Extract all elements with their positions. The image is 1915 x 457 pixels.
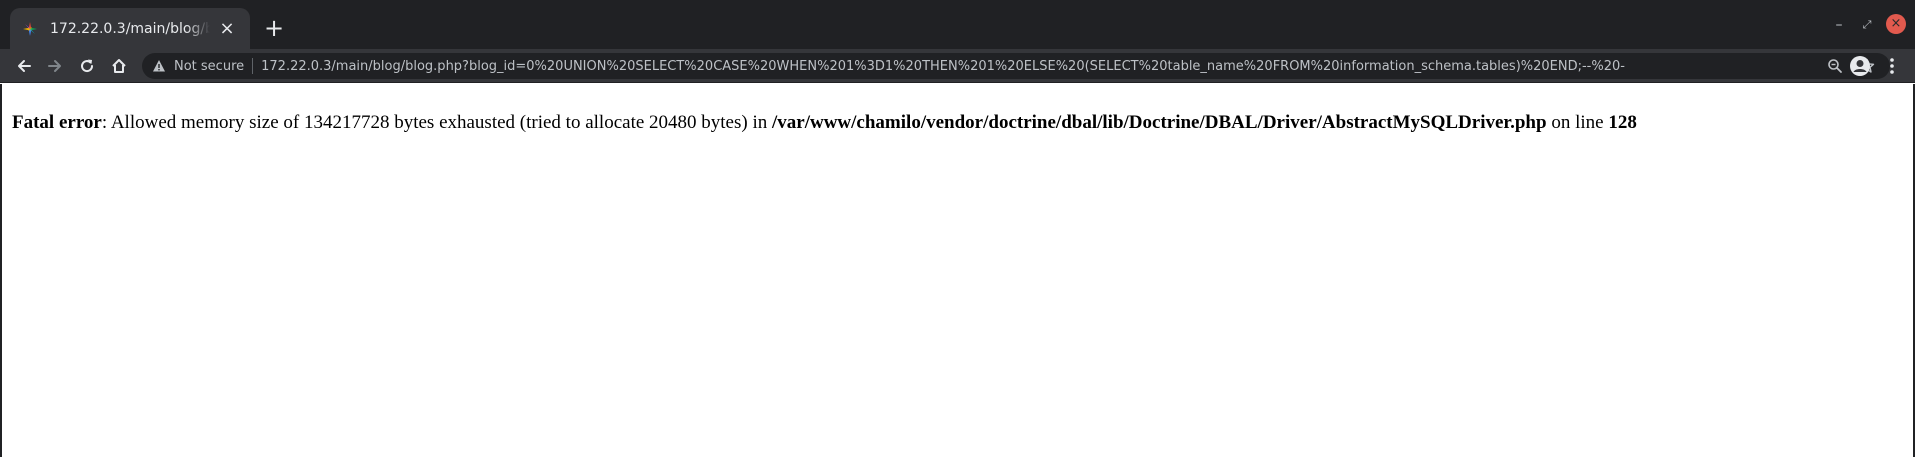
profile-button[interactable] bbox=[1846, 52, 1874, 80]
zoom-icon bbox=[1828, 59, 1842, 73]
security-indicator[interactable]: Not secure bbox=[174, 59, 244, 74]
back-button[interactable] bbox=[10, 52, 38, 80]
error-message: : Allowed memory size of 134217728 bytes… bbox=[101, 112, 772, 133]
browser-tab[interactable]: 172.22.0.3/main/blog/blog.php × bbox=[10, 8, 250, 49]
home-icon bbox=[112, 59, 126, 73]
error-line-number: 128 bbox=[1608, 112, 1637, 133]
chamilo-favicon-icon bbox=[23, 21, 37, 36]
tab-close-icon[interactable]: × bbox=[216, 18, 238, 40]
error-label: Fatal error bbox=[12, 112, 102, 133]
window-close-button[interactable]: × bbox=[1886, 14, 1906, 34]
window-minimize-button[interactable]: – bbox=[1828, 14, 1850, 36]
php-fatal-error-message: Fatal error: Allowed memory size of 1342… bbox=[12, 112, 1902, 134]
browser-toolbar: Not secure 172.22.0.3/main/blog/blog.php… bbox=[0, 49, 1915, 83]
reload-button[interactable] bbox=[73, 52, 101, 80]
forward-arrow-icon bbox=[48, 60, 61, 72]
back-arrow-icon bbox=[18, 60, 31, 72]
error-line-label: on line bbox=[1546, 112, 1609, 133]
zoom-button[interactable] bbox=[1826, 57, 1844, 75]
profile-icon bbox=[1850, 56, 1870, 76]
new-tab-button[interactable]: + bbox=[260, 14, 288, 42]
page-content: Fatal error: Allowed memory size of 1342… bbox=[0, 84, 1915, 457]
warning-icon bbox=[153, 60, 165, 72]
address-bar[interactable]: Not secure 172.22.0.3/main/blog/blog.php… bbox=[142, 53, 1890, 79]
browser-tab-strip: 172.22.0.3/main/blog/blog.php × + – ⤢ × bbox=[0, 0, 1915, 49]
address-divider bbox=[252, 58, 254, 74]
home-button[interactable] bbox=[105, 52, 133, 80]
error-file-path: /var/www/chamilo/vendor/doctrine/dbal/li… bbox=[772, 112, 1547, 133]
window-restore-button[interactable]: ⤢ bbox=[1856, 14, 1878, 36]
forward-button[interactable] bbox=[41, 52, 69, 80]
url-text[interactable]: 172.22.0.3/main/blog/blog.php?blog_id=0%… bbox=[261, 59, 1826, 74]
kebab-menu-icon bbox=[1890, 58, 1894, 74]
reload-icon bbox=[81, 59, 94, 73]
browser-menu-button[interactable] bbox=[1878, 52, 1906, 80]
tab-title: 172.22.0.3/main/blog/blog.php bbox=[50, 20, 210, 37]
